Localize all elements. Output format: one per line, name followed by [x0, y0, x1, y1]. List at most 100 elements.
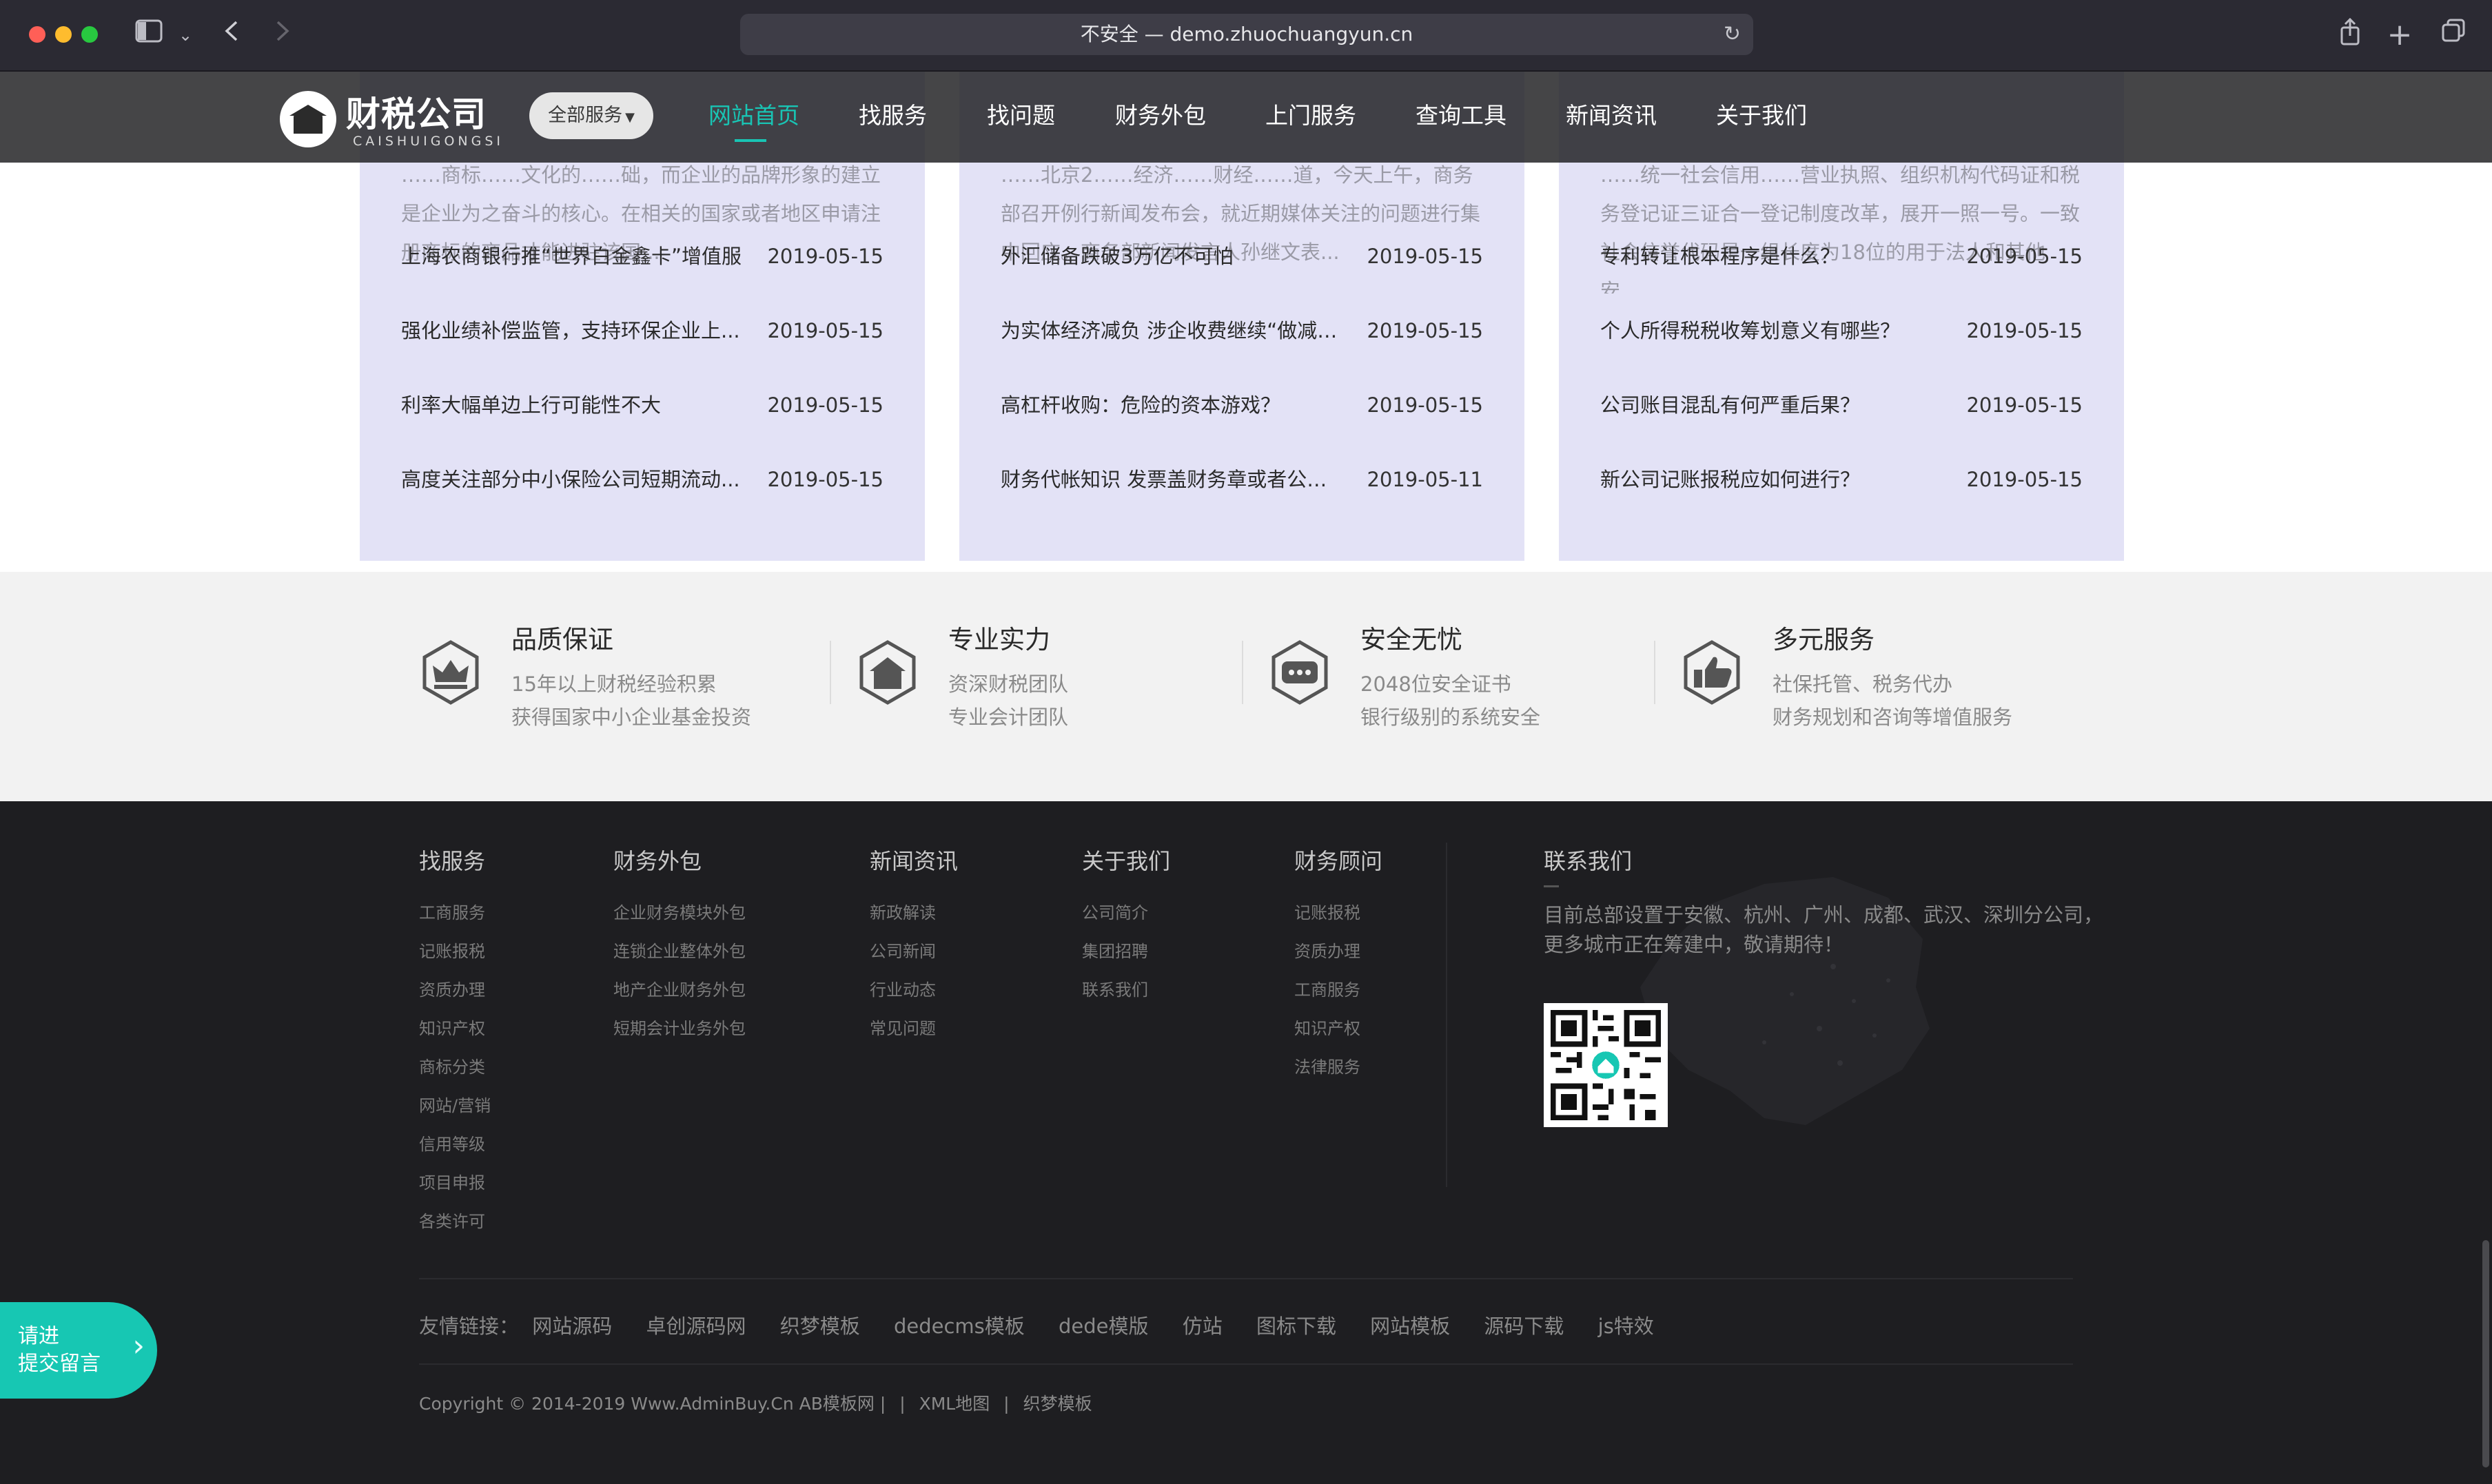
news-item[interactable]: 外汇储备跌破3万亿不可怕 2019-05-15: [1001, 236, 1483, 277]
footer-link[interactable]: 记账报税: [1294, 899, 1360, 923]
caret-down-icon: ▼: [625, 110, 635, 125]
friend-link[interactable]: dedecms模板: [894, 1315, 1025, 1338]
news-title[interactable]: 高度关注部分中小保险公司短期流动...: [401, 459, 746, 500]
friend-link[interactable]: 仿站: [1183, 1315, 1223, 1338]
friend-link[interactable]: 织梦模板: [780, 1315, 860, 1338]
all-services-button[interactable]: 全部服务 ▼: [529, 92, 653, 139]
news-title[interactable]: 强化业绩补偿监管，支持环保企业上...: [401, 310, 746, 351]
share-icon[interactable]: [2336, 17, 2364, 52]
news-title[interactable]: 利率大幅单边上行可能性不大: [401, 384, 746, 426]
nav-find-services[interactable]: 找服务: [859, 95, 927, 136]
footer-link[interactable]: 各类许可: [419, 1208, 485, 1232]
news-item[interactable]: 公司账目混乱有何严重后果？ 2019-05-15: [1600, 384, 2083, 426]
friend-links-label: 友情链接：: [419, 1315, 520, 1338]
nav-find-questions[interactable]: 找问题: [987, 95, 1055, 136]
news-title[interactable]: 上海农商银行推“世界白金鑫卡”增值服: [401, 236, 746, 277]
nav-news[interactable]: 新闻资讯: [1566, 95, 1657, 136]
plus-icon[interactable]: +: [2386, 18, 2413, 52]
news-item[interactable]: 利率大幅单边上行可能性不大 2019-05-15: [401, 384, 884, 426]
close-window-button[interactable]: [29, 26, 45, 43]
page-scrollbar[interactable]: [2482, 1240, 2489, 1467]
feature-line: 财务规划和咨询等增值服务: [1773, 705, 2013, 729]
news-item[interactable]: 上海农商银行推“世界白金鑫卡”增值服 2019-05-15: [401, 236, 884, 277]
news-item[interactable]: 为实体经济减负 涉企收费继续“做减法” 2019-05-15: [1001, 310, 1483, 351]
footer-link[interactable]: 连锁企业整体外包: [613, 938, 746, 962]
address-bar[interactable]: 不安全 — demo.zhuochuangyun.cn ↻: [740, 14, 1753, 55]
template-link[interactable]: 织梦模板: [1023, 1394, 1092, 1414]
nav-about-us[interactable]: 关于我们: [1716, 95, 1807, 136]
friend-link[interactable]: 网站模板: [1370, 1315, 1450, 1338]
news-item[interactable]: 高度关注部分中小保险公司短期流动... 2019-05-15: [401, 459, 884, 500]
news-title[interactable]: 公司账目混乱有何严重后果？: [1600, 384, 1945, 426]
feature-divider: [830, 641, 831, 704]
chevron-right-icon[interactable]: [269, 18, 296, 52]
feature-title: 多元服务: [1773, 625, 1875, 655]
footer-col-title: 关于我们: [1082, 848, 1171, 874]
footer-link[interactable]: 法律服务: [1294, 1053, 1360, 1078]
footer-link[interactable]: 行业动态: [870, 976, 936, 1000]
nav-finance-outsourcing[interactable]: 财务外包: [1115, 95, 1206, 136]
footer-link[interactable]: 常见问题: [870, 1015, 936, 1039]
features-strip: 品质保证 15年以上财税经验积累 获得国家中小企业基金投资 专业实力 资深财税团…: [0, 572, 2492, 801]
footer-link[interactable]: 项目申报: [419, 1169, 485, 1193]
news-title[interactable]: 专利转让根本程序是什么？: [1600, 236, 1945, 277]
footer-link[interactable]: 记账报税: [419, 938, 485, 962]
footer-link[interactable]: 商标分类: [419, 1053, 485, 1078]
footer-link[interactable]: 短期会计业务外包: [613, 1015, 746, 1039]
news-item[interactable]: 高杠杆收购：危险的资本游戏？ 2019-05-15: [1001, 384, 1483, 426]
news-title[interactable]: 财务代帐知识 发票盖财务章或者公章...: [1001, 459, 1345, 500]
news-title[interactable]: 为实体经济减负 涉企收费继续“做减法”: [1001, 310, 1345, 351]
footer-link[interactable]: 网站/营销: [419, 1092, 491, 1116]
footer-link[interactable]: 地产企业财务外包: [613, 976, 746, 1000]
feature-line: 银行级别的系统安全: [1360, 705, 1541, 729]
feature-divider: [1242, 641, 1243, 704]
news-item[interactable]: 强化业绩补偿监管，支持环保企业上... 2019-05-15: [401, 310, 884, 351]
qr-code: [1544, 1003, 1668, 1127]
news-item[interactable]: 新公司记账报税应如何进行？ 2019-05-15: [1600, 459, 2083, 500]
footer-link[interactable]: 工商服务: [1294, 976, 1360, 1000]
sidebar-icon[interactable]: [131, 18, 167, 52]
footer-link[interactable]: 公司新闻: [870, 938, 936, 962]
footer-link[interactable]: 集团招聘: [1082, 938, 1148, 962]
friend-link[interactable]: 源码下载: [1484, 1315, 1564, 1338]
footer-link[interactable]: 知识产权: [1294, 1015, 1360, 1039]
tabs-overview-icon[interactable]: [2438, 18, 2469, 52]
leave-message-button[interactable]: 请进 提交留言 ›: [0, 1302, 157, 1399]
nav-onsite-service[interactable]: 上门服务: [1265, 95, 1356, 136]
footer-link[interactable]: 知识产权: [419, 1015, 485, 1039]
news-title[interactable]: 外汇储备跌破3万亿不可怕: [1001, 236, 1345, 277]
footer-link[interactable]: 公司简介: [1082, 899, 1148, 923]
news-title[interactable]: 新公司记账报税应如何进行？: [1600, 459, 1945, 500]
friend-link[interactable]: dede模版: [1059, 1315, 1149, 1338]
footer-link[interactable]: 联系我们: [1082, 976, 1148, 1000]
news-title[interactable]: 个人所得税税收筹划意义有哪些？: [1600, 310, 1945, 351]
news-item[interactable]: 个人所得税税收筹划意义有哪些？ 2019-05-15: [1600, 310, 2083, 351]
zoom-window-button[interactable]: [81, 26, 98, 43]
footer-link[interactable]: 企业财务模块外包: [613, 899, 746, 923]
contact-title-underline: [1544, 885, 1559, 887]
friend-link[interactable]: js特效: [1598, 1315, 1654, 1338]
friend-link[interactable]: 卓创源码网: [646, 1315, 746, 1338]
footer-link[interactable]: 信用等级: [419, 1131, 485, 1155]
nav-home[interactable]: 网站首页: [708, 95, 799, 136]
footer-link[interactable]: 资质办理: [1294, 938, 1360, 962]
news-item[interactable]: 财务代帐知识 发票盖财务章或者公章... 2019-05-11: [1001, 459, 1483, 500]
logo-mark-icon: [280, 91, 336, 147]
minimize-window-button[interactable]: [55, 26, 72, 43]
footer-link[interactable]: 资质办理: [419, 976, 485, 1000]
copyright-text: Copyright © 2014-2019 Www.AdminBuy.Cn AB…: [419, 1394, 886, 1414]
sitemap-link[interactable]: XML地图: [919, 1394, 990, 1414]
friend-link[interactable]: 图标下载: [1256, 1315, 1336, 1338]
news-title[interactable]: 高杠杆收购：危险的资本游戏？: [1001, 384, 1345, 426]
site-logo[interactable]: 财税公司 CAISHUIGONGSI: [280, 85, 500, 152]
chevron-down-icon[interactable]: ⌄: [175, 18, 196, 52]
news-item[interactable]: 专利转让根本程序是什么？ 2019-05-15: [1600, 236, 2083, 277]
page-root: ⌄ 不安全 — demo.zhuochuangyun.cn ↻ + ……商标………: [0, 0, 2492, 1484]
friend-link[interactable]: 网站源码: [532, 1315, 612, 1338]
nav-query-tools[interactable]: 查询工具: [1416, 95, 1507, 136]
reload-icon[interactable]: ↻: [1724, 14, 1741, 55]
feature-line: 15年以上财税经验积累: [511, 672, 717, 696]
chevron-left-icon[interactable]: [218, 18, 245, 52]
footer-link[interactable]: 新政解读: [870, 899, 936, 923]
footer-link[interactable]: 工商服务: [419, 899, 485, 923]
